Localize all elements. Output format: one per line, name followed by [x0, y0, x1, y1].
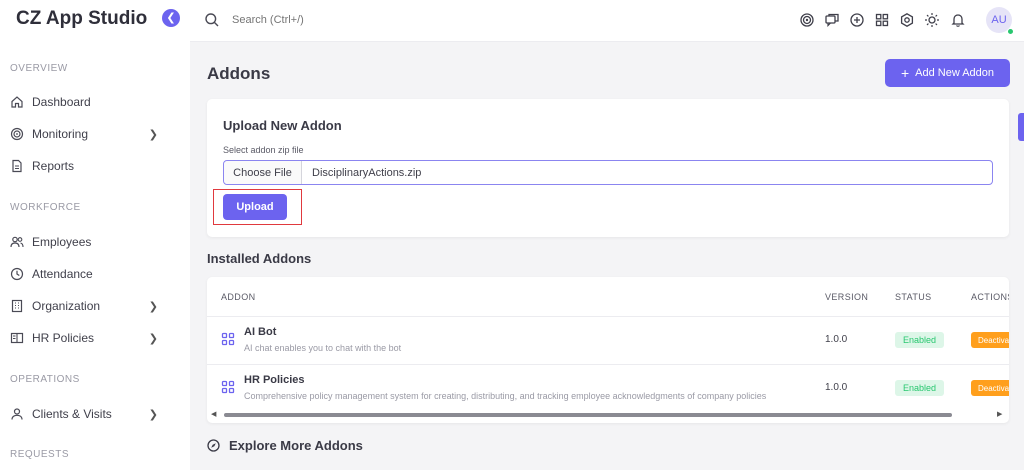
section-label-operations: OPERATIONS: [10, 374, 80, 385]
addon-version: 1.0.0: [825, 334, 848, 345]
status-badge: Enabled: [895, 380, 944, 396]
sidebar-item-label: Dashboard: [32, 95, 91, 109]
sidebar-item-label: Clients & Visits: [32, 407, 112, 421]
status-badge: Enabled: [895, 332, 944, 348]
page-title: Addons: [207, 64, 271, 83]
addon-description: Comprehensive policy management system f…: [244, 391, 767, 401]
column-header-addon: ADDON: [221, 292, 256, 302]
section-label-workforce: WORKFORCE: [10, 202, 81, 213]
addon-grid-icon: [221, 332, 235, 346]
sidebar-item-dashboard[interactable]: Dashboard: [10, 90, 170, 114]
chevron-right-icon: ❯: [148, 128, 158, 141]
sidebar-item-label: Monitoring: [32, 127, 89, 141]
sidebar-item-clients-visits[interactable]: Clients & Visits ❯: [10, 402, 170, 426]
addon-file-input[interactable]: Choose File DisciplinaryActions.zip: [223, 160, 993, 185]
scroll-left-icon[interactable]: ◀: [211, 411, 216, 419]
add-new-addon-button[interactable]: + Add New Addon: [885, 59, 1010, 87]
sidebar: CZ App Studio ❮ OVERVIEW Dashboard Monit…: [0, 0, 190, 470]
add-new-addon-label: Add New Addon: [915, 67, 995, 79]
home-icon: [10, 95, 24, 109]
document-icon: [10, 159, 24, 173]
section-label-overview: OVERVIEW: [10, 63, 68, 74]
addon-grid-icon: [221, 380, 235, 394]
target-icon[interactable]: [799, 12, 815, 28]
top-bar: AU: [190, 0, 1024, 42]
selected-file-name: DisciplinaryActions.zip: [312, 166, 422, 179]
sidebar-item-reports[interactable]: Reports: [10, 154, 170, 178]
sidebar-item-label: Reports: [32, 159, 75, 173]
column-header-version: VERSION: [825, 292, 869, 302]
addon-name: HR Policies: [244, 374, 305, 386]
plus-icon: +: [900, 65, 910, 81]
search-input[interactable]: [232, 10, 532, 30]
installed-addons-title: Installed Addons: [207, 251, 312, 266]
deactivate-button[interactable]: Deactivate: [971, 380, 1009, 396]
customizer-tab[interactable]: [1018, 113, 1024, 141]
sidebar-item-employees[interactable]: Employees: [10, 230, 170, 254]
bell-icon[interactable]: [950, 12, 966, 28]
chevron-right-icon: ❯: [148, 408, 158, 421]
users-icon: [10, 235, 24, 249]
deactivate-button[interactable]: Deactivate: [971, 332, 1009, 348]
sun-icon[interactable]: [924, 12, 940, 28]
settings-icon[interactable]: [899, 12, 915, 28]
scroll-right-icon[interactable]: ▶: [997, 411, 1002, 419]
building-icon: [10, 299, 24, 313]
section-label-requests: REQUESTS: [10, 449, 70, 460]
sidebar-item-label: Employees: [32, 235, 92, 249]
column-header-status: STATUS: [895, 292, 932, 302]
sidebar-item-label: Organization: [32, 299, 101, 313]
chevron-right-icon: ❯: [148, 300, 158, 313]
target-icon: [10, 127, 24, 141]
upload-card-title: Upload New Addon: [223, 118, 342, 133]
search-icon[interactable]: [204, 12, 220, 28]
chevron-right-icon: ❯: [148, 332, 158, 345]
sidebar-item-organization[interactable]: Organization ❯: [10, 294, 170, 318]
sidebar-item-monitoring[interactable]: Monitoring ❯: [10, 122, 170, 146]
sidebar-item-attendance[interactable]: Attendance: [10, 262, 170, 286]
sidebar-item-hr-policies[interactable]: HR Policies ❯: [10, 326, 170, 350]
grid-icon[interactable]: [874, 12, 890, 28]
installed-addons-table: ADDON VERSION STATUS ACTIONS AI Bot AI c…: [207, 277, 1009, 423]
addon-description: AI chat enables you to chat with the bot: [244, 343, 402, 353]
sidebar-item-label: Attendance: [32, 267, 93, 281]
file-field-label: Select addon zip file: [223, 145, 304, 155]
sidebar-item-label: HR Policies: [32, 331, 95, 345]
row-divider: [207, 364, 1009, 365]
horizontal-scrollbar[interactable]: ◀ ▶: [211, 411, 1005, 419]
addon-version: 1.0.0: [825, 382, 848, 393]
app-brand[interactable]: CZ App Studio: [16, 8, 147, 30]
book-icon: [10, 331, 24, 345]
addon-name: AI Bot: [244, 326, 277, 338]
scrollbar-thumb[interactable]: [224, 413, 952, 417]
sidebar-collapse-button[interactable]: ❮: [162, 9, 180, 27]
chat-icon[interactable]: [824, 12, 840, 28]
choose-file-button[interactable]: Choose File: [224, 161, 302, 184]
row-divider: [207, 316, 1009, 317]
compass-icon: [207, 439, 220, 452]
clock-icon: [10, 267, 24, 281]
user-pin-icon: [10, 407, 24, 421]
column-header-actions: ACTIONS: [971, 292, 1009, 302]
upload-card: Upload New Addon Select addon zip file C…: [207, 99, 1009, 237]
explore-addons-title: Explore More Addons: [229, 438, 363, 453]
upload-highlight-box: [213, 189, 302, 225]
online-status-dot: [1007, 28, 1014, 35]
plus-circle-icon[interactable]: [849, 12, 865, 28]
